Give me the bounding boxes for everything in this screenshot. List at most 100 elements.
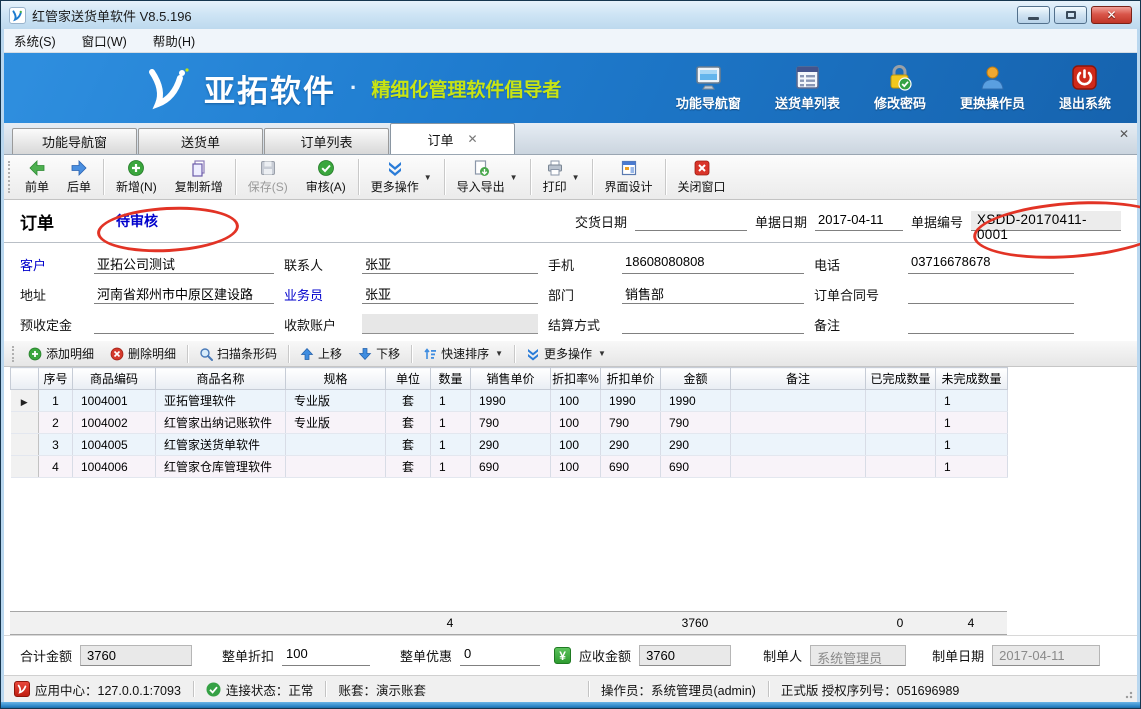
customer-label[interactable]: 客户 [20, 255, 84, 274]
customer-field[interactable]: 亚拓公司测试 [94, 254, 274, 274]
grid-cell[interactable] [731, 390, 866, 412]
grid-column-header[interactable]: 金额 [661, 368, 731, 390]
grid-cell[interactable]: 专业版 [286, 390, 386, 412]
mobile-field[interactable]: 18608080808 [622, 254, 804, 274]
row-selector[interactable] [11, 456, 39, 478]
maximize-button[interactable] [1054, 6, 1087, 24]
grid-cell[interactable]: 4 [39, 456, 73, 478]
salesman-label[interactable]: 业务员 [284, 285, 352, 304]
phone-field[interactable]: 03716678678 [908, 254, 1074, 274]
settlement-field[interactable] [622, 314, 804, 334]
grid-column-header[interactable]: 商品编码 [73, 368, 156, 390]
doc-no-field[interactable]: XSDD-20170411-0001 [971, 211, 1121, 231]
grid-column-header[interactable]: 规格 [286, 368, 386, 390]
menu-help[interactable]: 帮助(H) [153, 31, 195, 50]
grid-cell[interactable]: 1004006 [73, 456, 156, 478]
grid-cell[interactable]: 290 [471, 434, 551, 456]
order-reduction-field[interactable]: 0 [460, 646, 540, 666]
grid-cell[interactable] [731, 412, 866, 434]
grid-empty-area[interactable] [10, 478, 1137, 611]
grid-cell[interactable]: 100 [551, 456, 601, 478]
scan-barcode-button[interactable]: 扫描条形码 [191, 341, 285, 366]
grid-cell[interactable]: 2 [39, 412, 73, 434]
grid-cell[interactable] [866, 434, 936, 456]
close-button[interactable]: ✕ [1091, 6, 1132, 24]
grid-column-header[interactable]: 已完成数量 [866, 368, 936, 390]
grid-cell[interactable] [731, 434, 866, 456]
address-field[interactable]: 河南省郑州市中原区建设路 [94, 284, 274, 304]
grid-cell[interactable]: 1004005 [73, 434, 156, 456]
grid-cell[interactable]: 690 [661, 456, 731, 478]
add-detail-button[interactable]: 添加明细 [20, 341, 102, 366]
grid-cell[interactable]: 亚拓管理软件 [156, 390, 286, 412]
grid-cell[interactable]: 1 [936, 456, 1008, 478]
grid-cell[interactable] [286, 434, 386, 456]
ui-design-button[interactable]: 界面设计 [596, 155, 662, 199]
grid-column-header[interactable]: 未完成数量 [936, 368, 1008, 390]
grid-column-header[interactable]: 折扣单价 [601, 368, 661, 390]
grid-cell[interactable] [866, 390, 936, 412]
receiving-account-field[interactable] [362, 314, 538, 334]
grid-cell[interactable] [866, 456, 936, 478]
grid-cell[interactable]: 1 [936, 390, 1008, 412]
move-down-button[interactable]: 下移 [350, 341, 408, 366]
save-button[interactable]: 保存(S) [239, 155, 297, 199]
grid-cell[interactable]: 1 [936, 434, 1008, 456]
exit-system-button[interactable]: 退出系统 [1059, 64, 1111, 112]
prev-order-button[interactable]: 前单 [16, 155, 58, 199]
close-window-button[interactable]: 关闭窗口 [669, 155, 735, 199]
salesman-field[interactable]: 张亚 [362, 284, 538, 304]
grid-cell[interactable]: 1 [936, 412, 1008, 434]
grid-cell[interactable]: 1 [431, 390, 471, 412]
delete-detail-button[interactable]: 删除明细 [102, 341, 184, 366]
copy-new-button[interactable]: 复制新增 [166, 155, 232, 199]
delivery-list-button[interactable]: 送货单列表 [775, 64, 840, 112]
more-actions-button[interactable]: 更多操作 ▼ [362, 155, 441, 199]
grid-cell[interactable]: 100 [551, 412, 601, 434]
print-button[interactable]: 打印 ▼ [534, 155, 589, 199]
row-selector[interactable] [11, 434, 39, 456]
grid-cell[interactable]: 1990 [471, 390, 551, 412]
grid-cell[interactable]: 1 [431, 456, 471, 478]
deposit-field[interactable] [94, 314, 274, 334]
grid-cell[interactable] [866, 412, 936, 434]
next-order-button[interactable]: 后单 [58, 155, 100, 199]
grid-column-header[interactable]: 备注 [731, 368, 866, 390]
menu-system[interactable]: 系统(S) [14, 31, 56, 50]
new-button[interactable]: 新增(N) [107, 155, 166, 199]
grid-cell[interactable]: 1990 [661, 390, 731, 412]
doc-date-field[interactable]: 2017-04-11 [815, 212, 903, 231]
resize-grip[interactable] [1123, 689, 1133, 699]
grid-cell[interactable]: 1004001 [73, 390, 156, 412]
change-password-button[interactable]: 修改密码 [874, 64, 926, 112]
minimize-button[interactable] [1017, 6, 1050, 24]
nav-window-button[interactable]: 功能导航窗 [676, 64, 741, 112]
tabstrip-close-icon[interactable]: ✕ [1119, 127, 1129, 141]
grid-cell[interactable]: 1 [39, 390, 73, 412]
grid-column-header[interactable]: 单位 [386, 368, 431, 390]
grid-cell[interactable] [286, 456, 386, 478]
grid-cell[interactable]: 790 [601, 412, 661, 434]
row-selector[interactable] [11, 412, 39, 434]
more-detail-actions-button[interactable]: 更多操作 ▼ [518, 341, 614, 366]
switch-operator-button[interactable]: 更换操作员 [960, 64, 1025, 112]
import-export-button[interactable]: 导入导出 ▼ [448, 155, 527, 199]
grid-cell[interactable]: 红管家出纳记账软件 [156, 412, 286, 434]
grid-cell[interactable]: 1 [431, 412, 471, 434]
row-selector[interactable]: ▶ [11, 390, 39, 412]
tab-nav-window[interactable]: 功能导航窗 [12, 128, 137, 154]
tab-close-icon[interactable]: ✕ [467, 132, 477, 146]
quick-sort-button[interactable]: 快速排序 ▼ [415, 341, 511, 366]
grid-cell[interactable]: 690 [471, 456, 551, 478]
grid-column-header[interactable]: 数量 [431, 368, 471, 390]
contact-field[interactable]: 张亚 [362, 254, 538, 274]
grid-cell[interactable]: 红管家仓库管理软件 [156, 456, 286, 478]
grid-cell[interactable]: 790 [471, 412, 551, 434]
department-field[interactable]: 销售部 [622, 284, 804, 304]
menu-window[interactable]: 窗口(W) [82, 31, 127, 50]
grid-cell[interactable]: 3 [39, 434, 73, 456]
grid-cell[interactable]: 红管家送货单软件 [156, 434, 286, 456]
grid-cell[interactable]: 套 [386, 434, 431, 456]
grid-cell[interactable]: 290 [661, 434, 731, 456]
grid-cell[interactable]: 100 [551, 390, 601, 412]
